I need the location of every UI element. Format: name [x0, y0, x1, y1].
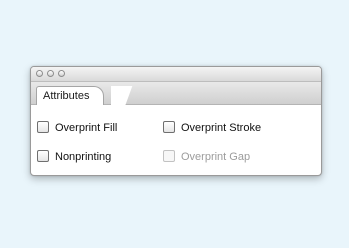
tab-attributes[interactable]: Attributes — [36, 86, 105, 105]
overprint-fill-label: Overprint Fill — [55, 122, 118, 134]
overprint-stroke-label: Overprint Stroke — [181, 122, 262, 134]
overprint-stroke-option[interactable]: Overprint Stroke — [163, 120, 261, 136]
overprint-gap-label: Overprint Gap — [181, 151, 251, 163]
overprint-fill-option[interactable]: Overprint Fill — [37, 120, 117, 136]
nonprinting-label: Nonprinting — [55, 151, 112, 163]
tab-edge — [111, 86, 151, 105]
close-button[interactable] — [36, 70, 43, 77]
attributes-options: Overprint Fill Overprint Stroke Nonprint… — [37, 112, 317, 172]
overprint-gap-checkbox — [163, 150, 175, 163]
nonprinting-checkbox[interactable] — [37, 150, 49, 163]
overprint-gap-option: Overprint Gap — [163, 149, 250, 165]
panel-titlebar[interactable] — [31, 67, 321, 82]
overprint-stroke-checkbox[interactable] — [163, 121, 175, 134]
nonprinting-option[interactable]: Nonprinting — [37, 149, 111, 165]
tab-strip: Attributes — [31, 82, 321, 105]
minimize-button[interactable] — [47, 70, 54, 77]
overprint-fill-checkbox[interactable] — [37, 121, 49, 134]
attributes-panel: Attributes Overprint Fill Overprint Stro… — [30, 66, 322, 176]
zoom-button[interactable] — [58, 70, 65, 77]
